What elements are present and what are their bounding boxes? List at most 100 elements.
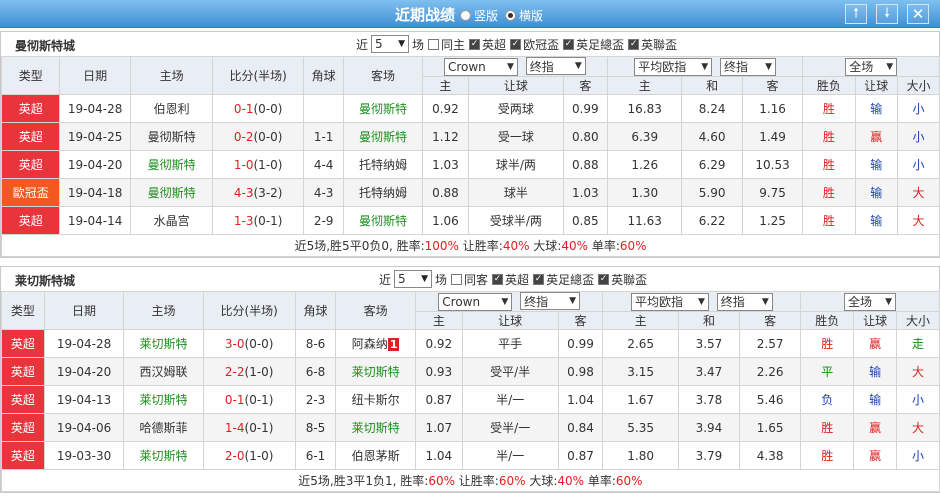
filter-checkbox-icon[interactable]: ✓	[598, 273, 610, 285]
euro-period-select[interactable]: 终指 ▼	[716, 292, 773, 311]
handicap-result: 赢	[854, 122, 898, 151]
col-home: 主场	[123, 291, 204, 330]
asian-period-select[interactable]: 终指 ▼	[520, 292, 581, 311]
score-cell[interactable]: 3-0(0-0)	[202, 329, 296, 358]
filter-checkbox-icon[interactable]: ✓	[533, 273, 545, 285]
scope-select[interactable]: 全场 ▼	[845, 57, 898, 76]
league-tag[interactable]: 英超	[0, 122, 61, 151]
away-team-cell[interactable]: 纽卡斯尔	[335, 385, 416, 414]
chevron-down-icon: ▼	[574, 61, 582, 72]
filter-bar: 近 5 ▼ 场 同客 ✓ 英超 ✓ 英足總盃 ✓ 英聯盃	[379, 270, 647, 288]
asian-handicap: 受球半/两	[468, 206, 564, 235]
company-select[interactable]: Crown ▼	[438, 292, 513, 311]
half-score: (0-1)	[244, 420, 274, 435]
away-team-cell[interactable]: 伯恩茅斯	[335, 441, 416, 470]
home-team[interactable]: 水晶宫	[129, 206, 214, 235]
league-tag[interactable]: 英超	[0, 94, 61, 123]
asian-handicap: 受半/一	[461, 413, 559, 442]
home-team[interactable]: 莱切斯特	[123, 385, 204, 414]
col-away: 客场	[335, 291, 416, 330]
euro-draw-odds: 8.24	[681, 94, 743, 123]
filter-checkbox-icon[interactable]: ✓	[492, 273, 504, 285]
euro-company-value: 平均欧指	[638, 60, 687, 74]
scope-select[interactable]: 全场 ▼	[844, 292, 897, 311]
score-cell[interactable]: 0-2(0-0)	[212, 122, 304, 151]
score-cell[interactable]: 2-0(1-0)	[202, 441, 296, 470]
home-team[interactable]: 哈德斯菲	[123, 413, 204, 442]
col-asian-away: 客	[557, 311, 604, 330]
home-team[interactable]: 莱切斯特	[123, 329, 204, 358]
corner-score: 6-1	[294, 441, 337, 470]
euro-company-select[interactable]: 平均欧指 ▼	[630, 292, 709, 311]
filter-checkbox-icon[interactable]: ✓	[563, 38, 575, 50]
away-team-cell[interactable]: 莱切斯特	[335, 357, 416, 386]
filter-checkbox-icon[interactable]: ✓	[510, 38, 522, 50]
euro-period-select[interactable]: 终指 ▼	[720, 57, 777, 76]
league-tag[interactable]: 英超	[1, 413, 45, 442]
euro-draw-odds: 6.22	[681, 206, 743, 235]
asian-handicap: 半/一	[461, 441, 559, 470]
arrow-up-icon[interactable]: 🠕	[845, 4, 867, 24]
asian-home-odds: 1.06	[421, 206, 470, 235]
col-ou-result: 大小	[896, 311, 940, 330]
score-cell[interactable]: 1-0(1-0)	[212, 150, 304, 179]
view-vertical-option[interactable]: 竖版	[460, 7, 498, 24]
recent-count-select[interactable]: 5 ▼	[371, 35, 410, 53]
radio-selected-icon[interactable]	[505, 10, 516, 21]
euro-company-select[interactable]: 平均欧指 ▼	[634, 57, 713, 76]
col-euro-home: 主	[602, 311, 679, 330]
away-team-cell[interactable]: 莱切斯特	[335, 413, 416, 442]
radio-icon[interactable]	[460, 10, 471, 21]
home-team[interactable]: 莱切斯特	[123, 441, 204, 470]
league-tag[interactable]: 英超	[0, 206, 61, 235]
asian-period-select[interactable]: 终指 ▼	[525, 57, 586, 76]
result: 负	[800, 385, 855, 414]
filter-checkbox-icon[interactable]: ✓	[469, 38, 481, 50]
score-cell[interactable]: 1-4(0-1)	[202, 413, 296, 442]
league-tag[interactable]: 英超	[0, 150, 61, 179]
league-tag[interactable]: 英超	[1, 357, 45, 386]
col-score: 比分(半场)	[212, 56, 304, 95]
league-tag[interactable]: 歐冠盃	[0, 178, 61, 207]
recent-count-value: 5	[375, 37, 383, 51]
euro-away-odds: 2.26	[739, 357, 802, 386]
league-tag[interactable]: 英超	[1, 385, 45, 414]
home-team[interactable]: 伯恩利	[129, 94, 214, 123]
arrow-down-icon[interactable]: 🠗	[876, 4, 898, 24]
away-team-cell[interactable]: 托特纳姆	[343, 178, 423, 207]
away-team-cell[interactable]: 阿森纳 1	[335, 329, 416, 358]
away-team-cell[interactable]: 托特纳姆	[343, 150, 423, 179]
score-cell[interactable]: 0-1(0-0)	[212, 94, 304, 123]
euro-draw-odds: 3.79	[677, 441, 741, 470]
company-select[interactable]: Crown ▼	[443, 57, 518, 76]
league-tag[interactable]: 英超	[1, 441, 45, 470]
table-row: 英超 19-04-06 哈德斯菲 1-4(0-1) 8-5 莱切斯特 1.07 …	[1, 413, 940, 442]
col-euro-away: 客	[739, 311, 802, 330]
recent-unit: 场	[412, 37, 425, 52]
filter-checkbox-icon[interactable]: ✓	[628, 38, 640, 50]
col-home: 主场	[129, 56, 214, 95]
view-horizontal-option[interactable]: 横版	[505, 7, 543, 24]
summary-line: 近5场,胜3平1负1, 胜率:60% 让胜率:60% 大球:40% 单率:60%	[1, 469, 940, 492]
score-cell[interactable]: 0-1(0-1)	[202, 385, 296, 414]
result: 胜	[800, 329, 855, 358]
home-team[interactable]: 曼彻斯特	[129, 150, 214, 179]
home-team[interactable]: 曼彻斯特	[129, 122, 214, 151]
half-score: (3-2)	[253, 185, 283, 200]
home-team[interactable]: 西汉姆联	[123, 357, 204, 386]
away-team-cell[interactable]: 曼彻斯特	[343, 206, 423, 235]
league-tag[interactable]: 英超	[1, 329, 45, 358]
filter-checkbox-icon[interactable]	[451, 273, 463, 285]
away-team-cell[interactable]: 曼彻斯特	[343, 122, 423, 151]
away-team-cell[interactable]: 曼彻斯特	[343, 94, 423, 123]
corner-score: 8-6	[294, 329, 337, 358]
table-row: 歐冠盃 19-04-18 曼彻斯特 4-3(3-2) 4-3 托特纳姆 0.88…	[0, 178, 940, 207]
close-icon[interactable]: ✕	[907, 4, 929, 24]
filter-checkbox-icon[interactable]	[428, 38, 440, 50]
score-cell[interactable]: 4-3(3-2)	[212, 178, 304, 207]
summary-label-over: 大球:	[525, 474, 558, 488]
score-cell[interactable]: 1-3(0-1)	[212, 206, 304, 235]
recent-count-select[interactable]: 5 ▼	[394, 270, 433, 288]
home-team[interactable]: 曼彻斯特	[129, 178, 214, 207]
score-cell[interactable]: 2-2(1-0)	[202, 357, 296, 386]
